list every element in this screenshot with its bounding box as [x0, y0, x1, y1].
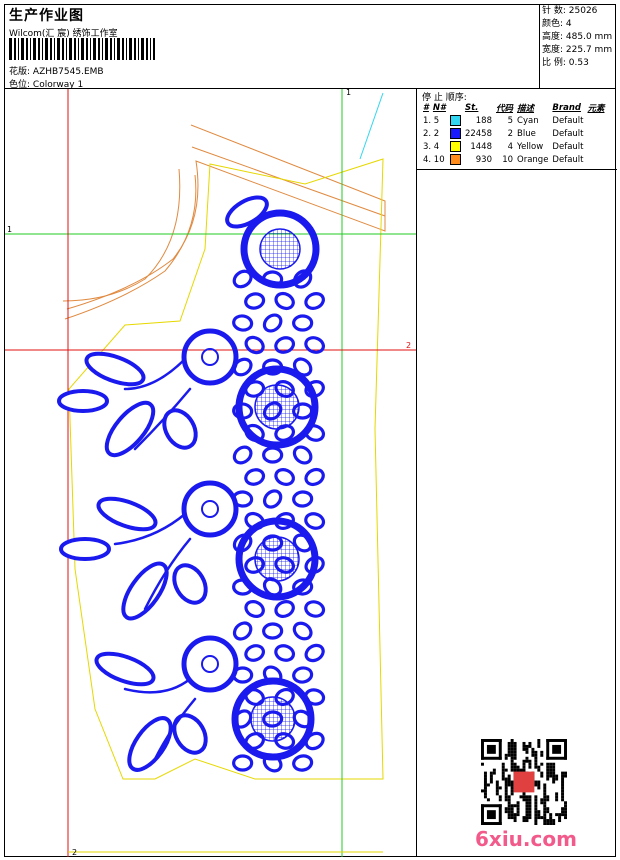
color-swatch [449, 141, 461, 152]
row-code: 2 [507, 128, 514, 139]
stop-sequence-panel: 停 止 顺序: # N# St. 代码 描述 Brand 元素 1. 5 188 5… [416, 89, 617, 857]
guide-label-red-right: 2 [406, 341, 411, 350]
col-index: # [423, 102, 429, 113]
table-header-row: # N# St. 代码 描述 Brand 元素 [421, 101, 607, 114]
row-code: 5 [507, 115, 514, 126]
stat-stitches: 针 数: 25026 [542, 6, 598, 16]
row-index: 2. 2 [423, 128, 440, 139]
col-element: 元素 [587, 103, 605, 114]
lace-embroidery [57, 195, 326, 773]
guide-label-green-left: 1 [7, 225, 12, 234]
col-code: 代码 [496, 103, 514, 114]
row-brand: Default [552, 115, 584, 126]
row-stitches: 22458 [464, 128, 492, 139]
table-row: 4. 10 930 10 Orange Default [421, 153, 607, 166]
row-stitches: 1448 [470, 141, 492, 152]
cyan-jump-line [359, 92, 384, 160]
col-description: 描述 [517, 103, 535, 114]
barcode-image [9, 38, 155, 60]
panel-divider [417, 169, 617, 170]
header-info: 生产作业图 Wilcom(汇 宸) 绣饰工作室 花版: AZHB7545.EMB… [5, 5, 416, 90]
row-index: 4. 10 [423, 154, 445, 165]
color-swatch [449, 154, 461, 165]
sheet-title: 生产作业图 [9, 8, 84, 24]
table-row: 1. 5 188 5 Cyan Default [421, 114, 607, 127]
row-code: 10 [502, 154, 514, 165]
row-brand: Default [552, 141, 584, 152]
design-stats: 针 数: 25026 颜色: 4 高度: 485.0 mm 宽度: 225.7 … [540, 5, 616, 88]
flower-motifs [181, 328, 239, 693]
color-swatch [449, 115, 461, 126]
qr-code [481, 739, 567, 825]
table-row: 2. 2 22458 2 Blue Default [421, 127, 607, 140]
col-stitches: St. [464, 102, 479, 113]
design-file: 花版: AZHB7545.EMB [9, 64, 104, 77]
table-row: 3. 4 1448 4 Yellow Default [421, 140, 607, 153]
row-brand: Default [552, 154, 584, 165]
row-index: 1. 5 [423, 115, 440, 126]
row-description: Orange [517, 154, 549, 165]
row-brand: Default [552, 128, 584, 139]
row-stitches: 188 [475, 115, 492, 126]
stat-width: 宽度: 225.7 mm [542, 45, 613, 55]
leaf-motifs [57, 195, 269, 772]
design-value: AZHB7545.EMB [32, 67, 104, 77]
stat-height: 高度: 485.0 mm [542, 32, 613, 42]
orange-outline [62, 124, 386, 320]
embroidery-canvas: 1 1 2 2 [5, 89, 416, 857]
color-swatch [449, 128, 461, 139]
col-brand: Brand [552, 102, 581, 113]
row-description: Cyan [517, 115, 539, 126]
stat-colors: 颜色: 4 [542, 19, 572, 29]
col-needle: N# [432, 102, 446, 113]
guide-label-green-top: 1 [346, 89, 351, 97]
row-index: 3. 4 [423, 141, 440, 152]
row-stitches: 930 [475, 154, 492, 165]
watermark-logo: 6xiu.com [475, 827, 577, 851]
row-code: 4 [507, 141, 514, 152]
row-description: Blue [517, 128, 536, 139]
rose-motifs [231, 209, 320, 761]
stop-sequence-table: # N# St. 代码 描述 Brand 元素 1. 5 188 5 Cyan Defa… [421, 101, 607, 166]
production-sheet: 生产作业图 Wilcom(汇 宸) 绣饰工作室 花版: AZHB7545.EMB… [0, 0, 620, 860]
guide-label-red-bottom: 2 [72, 848, 77, 857]
design-label: 花版: [9, 67, 31, 77]
stat-scale: 比 例: 0.53 [542, 58, 589, 68]
row-description: Yellow [517, 141, 544, 152]
